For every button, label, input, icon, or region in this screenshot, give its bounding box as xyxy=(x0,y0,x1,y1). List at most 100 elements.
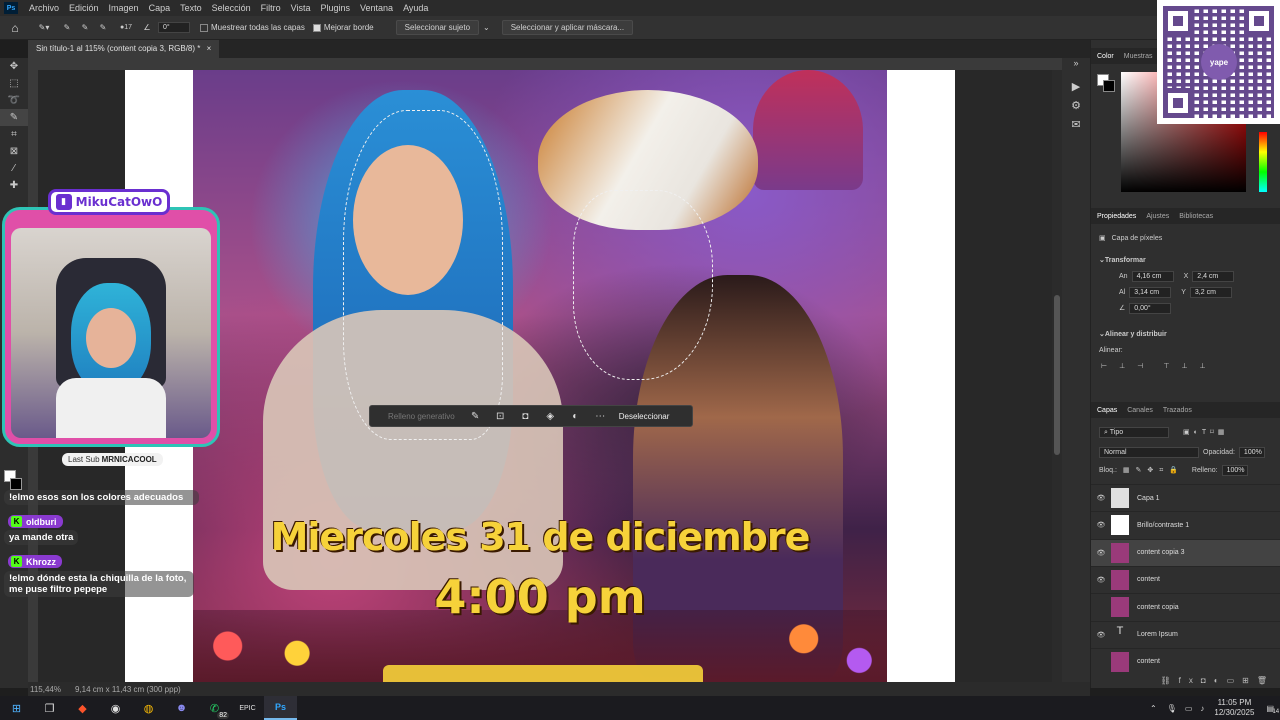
document-tab[interactable]: Sin título-1 al 115% (content copia 3, R… xyxy=(28,40,220,58)
visibility-eye-icon[interactable]: 👁 xyxy=(1091,494,1111,502)
layer-row[interactable]: 👁 Capa 1 xyxy=(1091,484,1280,511)
brush-new-icon[interactable]: ✎ xyxy=(58,23,76,32)
volume-icon[interactable]: ♪ xyxy=(1200,704,1204,713)
layer-row[interactable]: 👁 T Lorem Ipsum xyxy=(1091,620,1280,648)
delete-layer-icon[interactable]: 🗑 xyxy=(1257,676,1275,685)
menu-ayuda[interactable]: Ayuda xyxy=(398,3,433,13)
align-left-icon[interactable]: ⊢ xyxy=(1101,362,1107,370)
tab-channels[interactable]: Canales xyxy=(1127,407,1153,414)
layer-row[interactable]: 👁 content copia 3 xyxy=(1091,538,1280,566)
menu-archivo[interactable]: Archivo xyxy=(24,3,64,13)
tab-adjustments[interactable]: Ajustes xyxy=(1146,213,1169,220)
y-input[interactable]: 3,2 cm xyxy=(1189,286,1232,298)
whatsapp-icon[interactable]: ✆ 82 xyxy=(198,696,231,720)
menu-plugins[interactable]: Plugins xyxy=(316,3,356,13)
zoom-level[interactable]: 115,44% xyxy=(30,685,61,694)
vertical-scroll-thumb[interactable] xyxy=(1054,295,1060,455)
select-mask-button[interactable]: Seleccionar y aplicar máscara... xyxy=(501,20,634,35)
move-tool-icon[interactable]: ✥ xyxy=(0,58,28,75)
vertical-scrollbar[interactable] xyxy=(1052,70,1062,682)
enhance-edge-checkbox[interactable] xyxy=(312,23,321,32)
adjust-icon[interactable]: ⚙ xyxy=(1062,99,1090,112)
windows-start-icon[interactable]: ⊞ xyxy=(0,696,33,720)
tab-swatches[interactable]: Muestras xyxy=(1124,53,1153,60)
task-view-icon[interactable]: ❐ xyxy=(33,696,66,720)
menu-imagen[interactable]: Imagen xyxy=(104,3,144,13)
chrome-icon[interactable]: ◍ xyxy=(132,696,165,720)
lock-icons[interactable]: ▦✎✥⌗🔒 xyxy=(1123,466,1184,475)
new-group-icon[interactable]: ▭ xyxy=(1227,676,1243,685)
generative-fill-button[interactable]: Relleno generativo xyxy=(370,412,463,421)
ruler-top[interactable] xyxy=(38,58,1062,70)
tab-properties[interactable]: Propiedades xyxy=(1097,213,1136,220)
layer-row[interactable]: 👁 content xyxy=(1091,565,1280,593)
adjustment-icon[interactable]: ◐ xyxy=(563,411,588,422)
add-mask-icon[interactable]: ◘ xyxy=(1201,676,1214,685)
eyedropper-tool-icon[interactable]: ⁄ xyxy=(0,160,28,177)
fill-icon[interactable]: ◈ xyxy=(538,411,563,422)
new-layer-icon[interactable]: ⊞ xyxy=(1242,676,1257,685)
align-bottom-icon[interactable]: ⊥ xyxy=(1200,362,1206,370)
align-right-icon[interactable]: ⊣ xyxy=(1137,362,1143,370)
tab-layers[interactable]: Capas xyxy=(1097,407,1117,414)
tray-chevron-icon[interactable]: ⌃ xyxy=(1150,704,1157,713)
width-input[interactable]: 4,16 cm xyxy=(1131,270,1174,282)
fill-input[interactable]: 100% xyxy=(1221,464,1248,476)
epic-games-icon[interactable]: EPIC xyxy=(231,696,264,720)
opacity-input[interactable]: 100% xyxy=(1238,446,1265,458)
angle-input[interactable]: 0° xyxy=(158,22,190,33)
quick-select-icon[interactable]: ✎▾ xyxy=(30,23,58,32)
align-center-h-icon[interactable]: ⊥ xyxy=(1119,362,1125,370)
deselect-button[interactable]: Deseleccionar xyxy=(619,412,670,421)
select-subject-button[interactable]: Seleccionar sujeto xyxy=(395,20,480,35)
visibility-eye-icon[interactable]: 👁 xyxy=(1091,576,1111,584)
modify-selection-icon[interactable]: ✎ xyxy=(463,411,488,422)
discord-icon[interactable]: ☻ xyxy=(165,696,198,720)
align-middle-v-icon[interactable]: ⊥ xyxy=(1181,362,1187,370)
background-color-swatch[interactable] xyxy=(1103,80,1115,92)
marquee-tool-icon[interactable]: ⬚ xyxy=(0,75,28,92)
blend-mode-select[interactable]: Normal xyxy=(1099,446,1199,458)
quick-selection-tool-icon[interactable]: ✎ xyxy=(0,109,28,126)
brush-subtract-icon[interactable]: ✎ xyxy=(94,23,112,32)
network-icon[interactable]: ▭ xyxy=(1185,704,1193,713)
artwork-image[interactable]: Miercoles 31 de diciembre 4:00 pm xyxy=(193,70,887,682)
comment-icon[interactable]: ✉ xyxy=(1062,118,1090,131)
notifications-icon[interactable]: ▤ 14 xyxy=(1266,704,1279,715)
menu-edicion[interactable]: Edición xyxy=(64,3,104,13)
x-input[interactable]: 2,4 cm xyxy=(1192,270,1235,282)
menu-texto[interactable]: Texto xyxy=(175,3,207,13)
filter-icons[interactable]: ▣◐T⌑▦ xyxy=(1183,428,1228,436)
lasso-tool-icon[interactable]: ➰ xyxy=(0,92,28,109)
transform-header[interactable]: ⌄ Transformar xyxy=(1091,252,1280,268)
home-icon[interactable]: ⌂ xyxy=(0,21,30,35)
microphone-icon[interactable]: 🎙 xyxy=(1167,704,1177,713)
crop-tool-icon[interactable]: ⌗ xyxy=(0,126,28,143)
hue-slider[interactable] xyxy=(1259,132,1267,192)
tab-color[interactable]: Color xyxy=(1097,53,1114,60)
chevron-down-icon[interactable]: ⌄ xyxy=(483,23,490,32)
transform-selection-icon[interactable]: ⊡ xyxy=(488,411,513,422)
visibility-eye-icon[interactable]: 👁 xyxy=(1091,521,1111,529)
sample-all-checkbox[interactable] xyxy=(200,23,208,32)
layer-kind-select[interactable]: ⌕ Tipo xyxy=(1099,426,1169,438)
menu-filtro[interactable]: Filtro xyxy=(256,3,286,13)
link-layers-icon[interactable]: ⛓ xyxy=(1161,676,1179,685)
menu-seleccion[interactable]: Selección xyxy=(207,3,256,13)
more-options-icon[interactable]: ⋯ xyxy=(588,411,613,422)
clock[interactable]: 11:05 PM 12/30/2025 xyxy=(1214,698,1254,718)
menu-vista[interactable]: Vista xyxy=(286,3,316,13)
new-adjustment-icon[interactable]: ◐ xyxy=(1214,676,1227,685)
toolbar-bg-swatch[interactable] xyxy=(10,478,22,490)
frame-tool-icon[interactable]: ⊠ xyxy=(0,143,28,160)
photoshop-logo-icon[interactable]: Ps xyxy=(4,2,18,14)
obs-icon[interactable]: ◉ xyxy=(99,696,132,720)
angle-input[interactable]: 0,00° xyxy=(1129,302,1172,314)
tab-paths[interactable]: Trazados xyxy=(1163,407,1192,414)
visibility-eye-icon[interactable]: 👁 xyxy=(1091,631,1111,639)
layer-row[interactable]: content copia xyxy=(1091,593,1280,620)
height-input[interactable]: 3,14 cm xyxy=(1129,286,1172,298)
menu-capa[interactable]: Capa xyxy=(144,3,176,13)
fx-icon[interactable]: fx xyxy=(1179,676,1201,685)
layer-row[interactable]: content xyxy=(1091,647,1280,675)
